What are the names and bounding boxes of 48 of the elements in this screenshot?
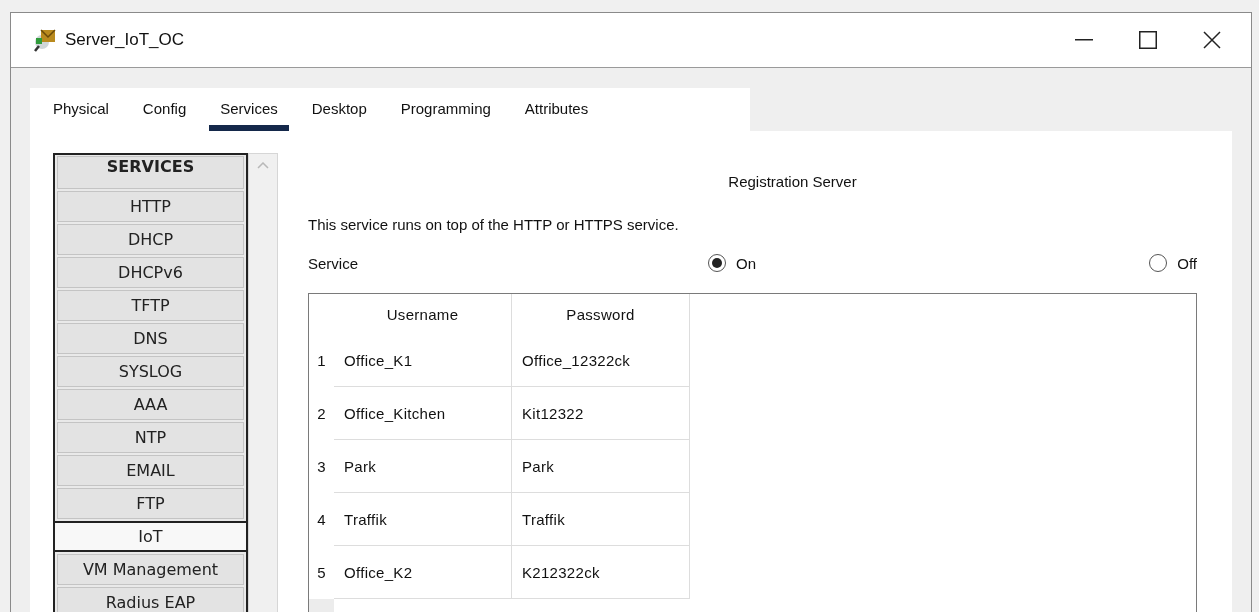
table-cell: Office_K2 — [334, 546, 512, 599]
service-item[interactable]: Radius EAP — [57, 587, 244, 612]
column-header: Username — [334, 294, 512, 334]
table-cell: Office_K1 — [334, 334, 512, 387]
service-item[interactable]: SYSLOG — [57, 356, 244, 387]
row-number: 2 — [316, 404, 327, 424]
service-item[interactable]: NTP — [57, 422, 244, 453]
row-number: 1 — [316, 351, 327, 371]
close-icon[interactable] — [1203, 31, 1221, 49]
tab[interactable]: Physical — [42, 96, 120, 131]
column-header: Password — [512, 294, 690, 334]
tab[interactable]: Desktop — [300, 96, 378, 131]
service-label: Service — [308, 254, 360, 272]
section-title: Registration Server — [727, 173, 858, 190]
service-item[interactable]: DHCPv6 — [57, 257, 244, 288]
minimize-icon[interactable] — [1075, 39, 1093, 41]
window-title: Server_IoT_OC — [65, 30, 185, 50]
service-item[interactable]: EMAIL — [57, 455, 244, 486]
info-text: This service runs on top of the HTTP or HTTPS service. — [308, 216, 680, 233]
service-item[interactable]: DNS — [57, 323, 244, 354]
table-cell: Office_Kitchen — [334, 387, 512, 440]
table-cell: Traffik — [334, 493, 512, 546]
radio-option[interactable]: Off — [1149, 254, 1197, 272]
service-item[interactable]: VM Management — [57, 554, 244, 585]
service-item[interactable]: DHCP — [57, 224, 244, 255]
service-item[interactable]: TFTP — [57, 290, 244, 321]
row-number: 4 — [316, 510, 327, 530]
server-app-icon — [33, 28, 57, 52]
service-item[interactable]: IoT — [53, 521, 248, 552]
service-item[interactable]: HTTP — [57, 191, 244, 222]
table-cell: Office_12322ck — [512, 334, 690, 387]
radio-button[interactable] — [1149, 254, 1168, 272]
row-number: 5 — [316, 563, 327, 583]
list-heading: SERVICES — [57, 156, 244, 189]
table-cell: K212322ck — [512, 546, 690, 599]
radio-button[interactable] — [708, 254, 726, 272]
maximize-icon[interactable] — [1139, 31, 1157, 49]
tab[interactable]: Config — [131, 96, 198, 131]
row-number: 3 — [316, 457, 327, 477]
tab[interactable]: Programming — [389, 96, 502, 131]
table-cell: Park — [512, 440, 690, 493]
table-cell: Kit12322 — [512, 387, 690, 440]
table-cell: Traffik — [512, 493, 690, 546]
table-cell: Park — [334, 440, 512, 493]
service-item[interactable]: AAA — [57, 389, 244, 420]
service-item[interactable]: FTP — [57, 488, 244, 519]
tab[interactable]: Attributes — [513, 96, 600, 131]
radio-option[interactable]: On — [708, 254, 1150, 272]
